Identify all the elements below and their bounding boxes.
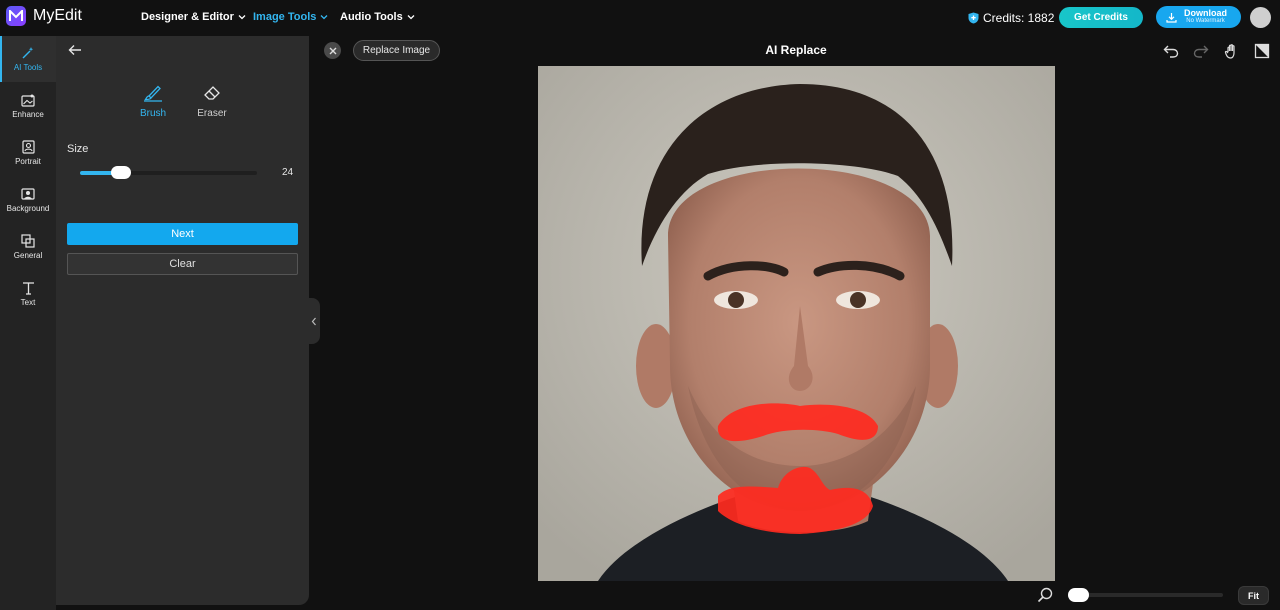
brush-icon — [144, 85, 162, 102]
zoom-icon[interactable] — [1037, 587, 1053, 603]
clear-button[interactable]: Clear — [67, 253, 298, 275]
credits-shield-icon — [968, 12, 979, 24]
nav-designer-label: Designer & Editor — [141, 11, 234, 23]
credits-text: Credits: 1882 — [983, 11, 1055, 25]
nav-designer-editor[interactable]: Designer & Editor — [141, 11, 246, 23]
rail-item-portrait[interactable]: Portrait — [0, 130, 56, 176]
enhance-icon — [21, 94, 35, 107]
tool-panel: Brush Eraser Size 24 Next Clear — [56, 36, 309, 605]
download-icon — [1166, 12, 1177, 23]
back-arrow-icon[interactable] — [68, 44, 82, 56]
rail-label: Background — [6, 203, 50, 213]
rail-item-enhance[interactable]: Enhance — [0, 83, 56, 129]
download-button[interactable]: Download No Watermark — [1156, 6, 1241, 28]
chevron-left-icon — [311, 317, 316, 325]
close-button[interactable] — [324, 42, 341, 59]
rail-item-general[interactable]: General — [0, 224, 56, 270]
eraser-icon — [204, 86, 220, 100]
eraser-tool-button[interactable]: Eraser — [192, 84, 232, 119]
replace-image-button[interactable]: Replace Image — [353, 40, 440, 61]
fit-button[interactable]: Fit — [1238, 586, 1269, 605]
rail-item-ai-tools[interactable]: AI Tools — [0, 36, 56, 82]
rail-label: Portrait — [15, 157, 41, 166]
get-credits-button[interactable]: Get Credits — [1059, 7, 1143, 28]
close-icon — [329, 47, 336, 54]
portrait-icon — [21, 140, 35, 154]
canvas-image[interactable] — [538, 66, 1055, 581]
text-icon — [22, 282, 34, 295]
download-text: Download No Watermark — [1184, 9, 1227, 25]
zoom-slider-thumb[interactable] — [1068, 588, 1089, 602]
tool-category-rail: AI Tools Enhance Portrait Background Gen… — [0, 36, 56, 610]
size-value: 24 — [282, 167, 294, 178]
magic-wand-icon — [22, 47, 34, 59]
nav-audio-tools[interactable]: Audio Tools — [340, 11, 415, 23]
size-label: Size — [67, 143, 89, 155]
credits-display: Credits: 1882 — [968, 11, 1054, 25]
chevron-down-icon — [320, 15, 328, 20]
rail-item-background[interactable]: Background — [0, 177, 56, 223]
rail-item-text[interactable]: Text — [0, 271, 56, 317]
brush-tool-button[interactable]: Brush — [133, 84, 173, 119]
general-icon — [21, 234, 35, 248]
brush-label: Brush — [139, 108, 167, 119]
avatar[interactable] — [1250, 7, 1271, 28]
nav-image-tools[interactable]: Image Tools — [253, 11, 328, 23]
brush-size-slider[interactable] — [80, 166, 257, 179]
nav-image-tools-label: Image Tools — [253, 11, 317, 23]
download-label: Download — [1184, 8, 1227, 18]
undo-icon[interactable] — [1163, 43, 1179, 59]
slider-thumb[interactable] — [110, 166, 131, 179]
top-bar: MyEdit Designer & Editor Image Tools Aud… — [0, 0, 1280, 36]
compare-icon[interactable] — [1254, 43, 1270, 59]
collapse-panel-button[interactable] — [308, 298, 320, 344]
background-icon — [21, 187, 35, 200]
chevron-down-icon — [238, 15, 246, 20]
rail-label: Text — [20, 298, 36, 307]
nav-audio-tools-label: Audio Tools — [340, 11, 403, 23]
app-name: MyEdit — [33, 7, 82, 24]
redo-icon[interactable] — [1193, 43, 1209, 59]
download-sublabel: No Watermark — [1186, 18, 1225, 24]
rail-label: AI Tools — [13, 63, 43, 72]
myedit-logo-icon — [6, 6, 26, 26]
app-logo[interactable]: MyEdit — [6, 6, 82, 26]
chevron-down-icon — [407, 15, 415, 20]
eraser-label: Eraser — [197, 108, 227, 119]
next-button[interactable]: Next — [67, 223, 298, 245]
zoom-slider[interactable] — [1068, 588, 1223, 602]
rail-label: Enhance — [12, 109, 44, 119]
rail-label: General — [13, 251, 43, 260]
page-title: AI Replace — [765, 43, 827, 57]
portrait-photo — [538, 66, 1055, 581]
hand-pan-icon[interactable] — [1224, 43, 1240, 59]
